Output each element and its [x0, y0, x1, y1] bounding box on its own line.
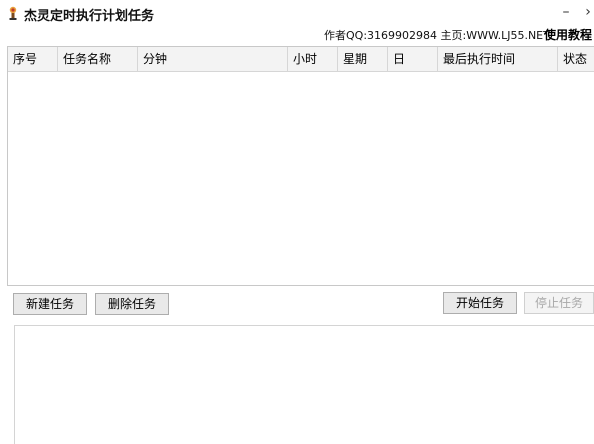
minimize-button[interactable]: –	[556, 2, 576, 22]
tutorial-link[interactable]: 使用教程	[544, 26, 592, 43]
new-task-button[interactable]: 新建任务	[13, 293, 87, 315]
column-header-day[interactable]: 日	[388, 47, 438, 71]
column-header-minute[interactable]: 分钟	[138, 47, 288, 71]
log-output-area[interactable]	[14, 325, 594, 444]
column-header-hour[interactable]: 小时	[288, 47, 338, 71]
app-logo-icon	[7, 6, 19, 20]
task-table-header: 序号 任务名称 分钟 小时 星期 日 最后执行时间 状态	[8, 47, 594, 72]
task-table[interactable]: 序号 任务名称 分钟 小时 星期 日 最后执行时间 状态	[7, 46, 594, 286]
column-header-last-run[interactable]: 最后执行时间	[438, 47, 558, 71]
column-header-status[interactable]: 状态	[558, 47, 594, 71]
start-task-button[interactable]: 开始任务	[443, 292, 517, 314]
close-button[interactable]: ›	[578, 2, 594, 22]
column-header-weekday[interactable]: 星期	[338, 47, 388, 71]
delete-task-button[interactable]: 删除任务	[95, 293, 169, 315]
column-header-task-name[interactable]: 任务名称	[58, 47, 138, 71]
author-info: 作者QQ:3169902984 主页:WWW.LJ55.NET	[324, 29, 550, 42]
stop-task-button: 停止任务	[524, 292, 594, 314]
column-header-index[interactable]: 序号	[8, 47, 58, 71]
window-title: 杰灵定时执行计划任务	[24, 9, 155, 24]
title-bar: 杰灵定时执行计划任务 – ›	[0, 0, 594, 26]
